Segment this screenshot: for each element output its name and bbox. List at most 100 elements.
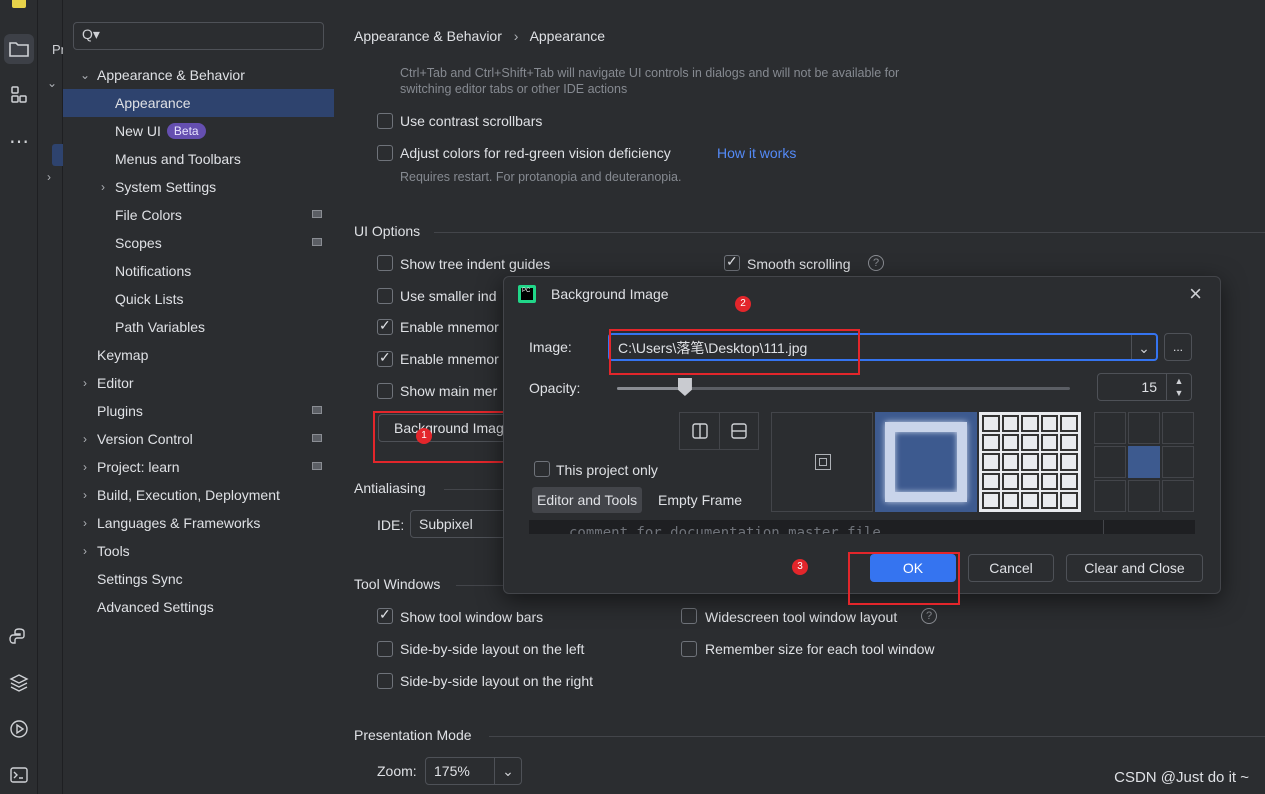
adjust-colors-checkbox[interactable] <box>377 145 393 161</box>
folder-icon[interactable] <box>4 34 34 64</box>
close-icon[interactable]: × <box>1189 281 1202 307</box>
highlight-box-2 <box>609 329 860 375</box>
breadcrumb-parent[interactable]: Appearance & Behavior <box>354 28 502 44</box>
tree-indent-checkbox[interactable] <box>377 255 393 271</box>
remember-size-label: Remember size for each tool window <box>705 641 935 657</box>
help-icon[interactable]: ? <box>921 608 937 624</box>
tree-item-tools[interactable]: › Tools <box>63 537 334 565</box>
tree-item-build[interactable]: › Build, Execution, Deployment <box>63 481 334 509</box>
remember-size-checkbox[interactable] <box>681 641 697 657</box>
watermark: CSDN @Just do it ~ <box>1114 769 1249 786</box>
tree-item-system-settings[interactable]: › System Settings <box>63 173 334 201</box>
tree-item-settings-sync[interactable]: Settings Sync <box>63 565 334 593</box>
project-level-icon <box>312 462 322 470</box>
chevron-right-icon[interactable]: › <box>47 170 51 184</box>
chevron-down-icon: ⌄ <box>494 758 521 784</box>
smaller-indents-checkbox[interactable] <box>377 288 393 304</box>
python-console-icon[interactable] <box>4 622 34 652</box>
tree-item-version-control[interactable]: › Version Control <box>63 425 334 453</box>
project-level-icon <box>312 434 322 442</box>
placement-tile-preview[interactable] <box>979 412 1081 512</box>
more-icon[interactable]: ⋯ <box>4 126 34 156</box>
requires-restart-note: Requires restart. For protanopia and deu… <box>400 170 682 184</box>
how-it-works-link[interactable]: How it works <box>717 145 796 161</box>
cancel-button[interactable]: Cancel <box>968 554 1054 582</box>
zoom-select[interactable]: 175% ⌄ <box>425 757 522 785</box>
fill-mode-group <box>679 412 759 450</box>
this-project-only-label: This project only <box>556 462 658 478</box>
layers-icon[interactable] <box>4 668 34 698</box>
tree-item-keymap[interactable]: Keymap <box>63 341 334 369</box>
this-project-only-checkbox[interactable] <box>534 461 550 477</box>
anchor-grid[interactable] <box>1094 412 1194 512</box>
tab-editor-and-tools[interactable]: Editor and Tools <box>532 487 643 513</box>
tree-item-editor[interactable]: › Editor <box>63 369 334 397</box>
tree-item-plugins[interactable]: Plugins <box>63 397 334 425</box>
tree-indent-label: Show tree indent guides <box>400 256 551 272</box>
contrast-scrollbars-label: Use contrast scrollbars <box>400 113 543 129</box>
mnemonic-note-line1: Ctrl+Tab and Ctrl+Shift+Tab will navigat… <box>400 66 900 80</box>
split-horizontal-icon[interactable] <box>720 413 758 449</box>
search-input[interactable]: Q▾ <box>73 22 324 50</box>
tree-item-menus-toolbars[interactable]: Menus and Toolbars <box>63 145 334 173</box>
tree-item-appearance-behavior[interactable]: ⌄ Appearance & Behavior <box>63 61 334 89</box>
side-by-side-right-checkbox[interactable] <box>377 673 393 689</box>
tree-item-project[interactable]: › Project: learn <box>63 453 334 481</box>
tab-empty-frame[interactable]: Empty Frame <box>658 487 742 513</box>
image-label: Image: <box>529 339 572 355</box>
show-tool-window-bars-checkbox[interactable] <box>377 606 393 624</box>
presentation-mode-title: Presentation Mode <box>354 727 472 743</box>
spinner-arrows-icon[interactable]: ▲ ▼ <box>1166 374 1191 400</box>
side-by-side-left-label: Side-by-side layout on the left <box>400 641 585 657</box>
section-divider <box>456 585 506 586</box>
chevron-down-icon[interactable]: ⌄ <box>1131 335 1156 359</box>
project-level-icon <box>312 406 322 414</box>
smooth-scrolling-checkbox[interactable] <box>724 253 740 271</box>
opacity-slider[interactable] <box>617 378 1070 396</box>
structure-icon[interactable] <box>4 80 34 110</box>
terminal-icon[interactable] <box>4 760 34 790</box>
clear-and-close-button[interactable]: Clear and Close <box>1066 554 1203 582</box>
section-divider <box>489 736 1265 737</box>
project-level-icon <box>312 210 322 218</box>
help-icon[interactable]: ? <box>868 255 884 271</box>
tree-item-appearance[interactable]: Appearance <box>63 89 334 117</box>
tree-item-notifications[interactable]: Notifications <box>63 257 334 285</box>
tree-item-advanced-settings[interactable]: Advanced Settings <box>63 593 334 621</box>
placement-scale-preview[interactable] <box>875 412 977 512</box>
enable-mnemonics-label-1: Enable mnemor <box>400 319 499 335</box>
ide-antialiasing-select[interactable]: Subpixel <box>410 510 510 538</box>
dialog-title: Background Image <box>551 286 669 302</box>
widescreen-layout-checkbox[interactable] <box>681 608 697 624</box>
placement-center-preview[interactable] <box>771 412 873 512</box>
widescreen-layout-label: Widescreen tool window layout <box>705 609 898 625</box>
run-icon[interactable] <box>4 714 34 744</box>
contrast-scrollbars-checkbox[interactable] <box>377 113 393 129</box>
enable-mnemonics-checkbox-1[interactable] <box>377 317 393 335</box>
tree-item-path-variables[interactable]: Path Variables <box>63 313 334 341</box>
opacity-spinner[interactable]: 15 ▲ ▼ <box>1097 373 1192 401</box>
side-by-side-left-checkbox[interactable] <box>377 641 393 657</box>
highlight-box-3 <box>848 552 960 605</box>
selection-marker <box>52 144 63 166</box>
breadcrumb-current: Appearance <box>529 28 606 44</box>
annotation-marker-3: 3 <box>792 559 808 575</box>
tree-item-file-colors[interactable]: File Colors <box>63 201 334 229</box>
browse-button[interactable]: ... <box>1164 333 1192 361</box>
split-vertical-icon[interactable] <box>680 413 720 449</box>
tree-item-languages[interactable]: › Languages & Frameworks <box>63 509 334 537</box>
tree-item-quick-lists[interactable]: Quick Lists <box>63 285 334 313</box>
antialiasing-title: Antialiasing <box>354 480 426 496</box>
pycharm-logo-icon: PC <box>518 285 536 303</box>
tree-item-new-ui[interactable]: New UI Beta <box>63 117 334 145</box>
slider-thumb[interactable] <box>677 378 692 396</box>
chevron-down-icon[interactable]: ⌄ <box>47 76 57 90</box>
smooth-scrolling-label: Smooth scrolling <box>747 256 851 272</box>
opacity-label: Opacity: <box>529 380 581 396</box>
show-tool-window-bars-label: Show tool window bars <box>400 609 544 625</box>
enable-mnemonics-checkbox-2[interactable] <box>377 349 393 367</box>
breadcrumb: Appearance & Behavior › Appearance <box>354 28 606 44</box>
beta-badge: Beta <box>166 123 206 139</box>
tree-item-scopes[interactable]: Scopes <box>63 229 334 257</box>
show-main-menu-checkbox[interactable] <box>377 383 393 399</box>
